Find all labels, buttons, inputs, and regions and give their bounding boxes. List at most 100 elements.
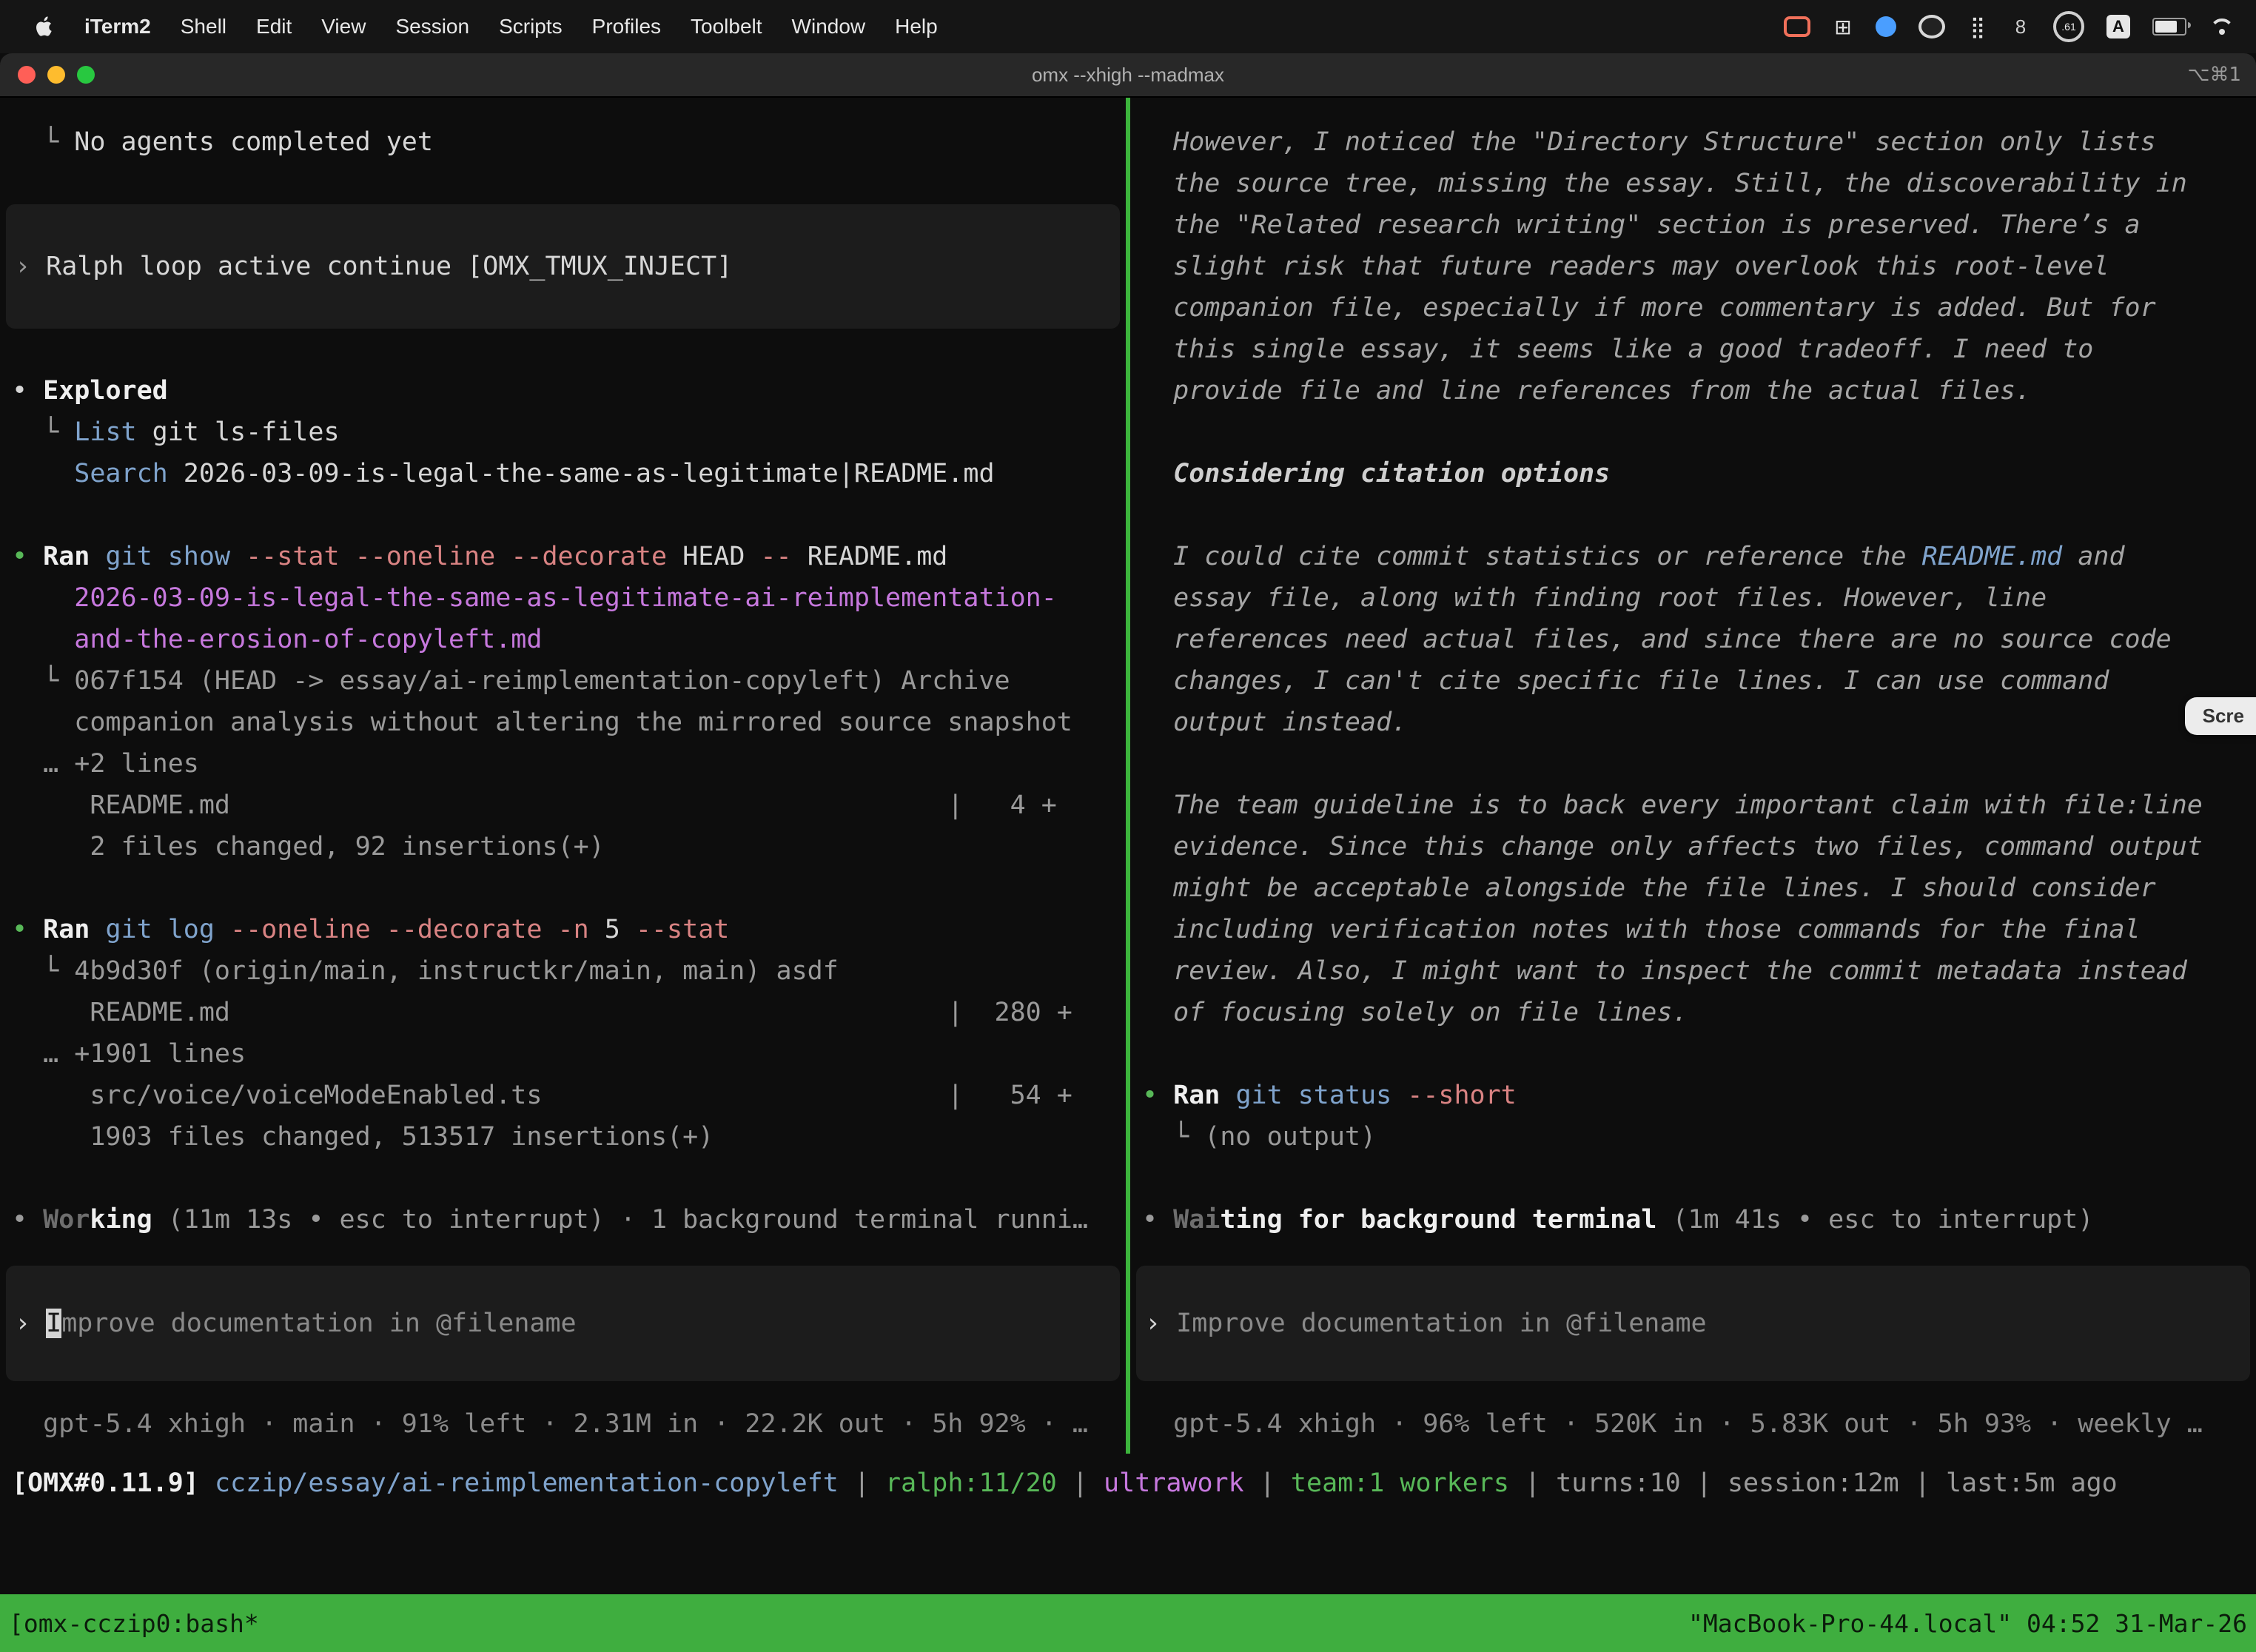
close-button[interactable]	[18, 66, 36, 84]
right-terminal-pane[interactable]: However, I noticed the "Directory Struct…	[1130, 98, 2256, 1454]
terminal-line: • Explored	[0, 370, 1126, 412]
text-segment: └	[12, 417, 74, 447]
menu-item-window[interactable]: Window	[777, 15, 881, 38]
text-segment: [OMX#0.11.9]	[12, 1468, 215, 1498]
text-segment: evidence. Since this change only affects…	[1142, 832, 2203, 862]
menu-bar: iTerm2 Shell Edit View Session Scripts P…	[0, 0, 2256, 53]
text-segment: mprove documentation in @filename	[61, 1309, 576, 1338]
terminal-output-right: However, I noticed the "Directory Struct…	[1130, 98, 2256, 1240]
text-segment: ›	[15, 252, 46, 281]
terminal-line: and-the-erosion-of-copyleft.md	[0, 619, 1126, 660]
queued-message-block: › Ralph loop active continue [OMX_TMUX_I…	[6, 204, 1120, 329]
text-segment: |	[839, 1468, 885, 1498]
text-segment: (11m 13s • esc to interrupt) · 1 backgro…	[152, 1205, 1088, 1235]
terminal-line: I could cite commit statistics or refere…	[1130, 536, 2256, 577]
apple-menu-icon[interactable]	[21, 15, 70, 38]
wifi-icon[interactable]	[2209, 17, 2235, 36]
text-segment: might be acceptable alongside the file l…	[1142, 873, 2156, 903]
blank-line	[1130, 1158, 2256, 1199]
dark-app-icon[interactable]	[1918, 15, 1945, 38]
text-segment: 2 files changed, 92 insertions(+)	[12, 832, 605, 862]
text-segment: 5	[589, 915, 620, 944]
menu-bar-status-icons: ⊞ ⣿ 8 .61 A	[1784, 11, 2235, 42]
text-segment: Wor	[43, 1205, 90, 1235]
menu-item-profiles[interactable]: Profiles	[577, 15, 676, 38]
terminal-line: Considering citation options	[1130, 453, 2256, 494]
text-segment: Ran	[43, 542, 90, 571]
terminal-line: └ 4b9d30f (origin/main, instructkr/main,…	[0, 950, 1126, 992]
menu-item-shell[interactable]: Shell	[166, 15, 241, 38]
input-source-icon[interactable]: A	[2106, 15, 2130, 38]
blank-line	[0, 494, 1126, 536]
text-segment: review. Also, I might want to inspect th…	[1142, 956, 2187, 986]
window-title: omx --xhigh --madmax	[0, 53, 2256, 96]
menu-item-toolbelt[interactable]: Toolbelt	[676, 15, 777, 38]
text-segment: HEAD	[667, 542, 745, 571]
text-segment: No agents completed yet	[74, 127, 433, 157]
terminal-line: … +1901 lines	[0, 1033, 1126, 1075]
left-terminal-pane[interactable]: └ No agents completed yet › Ralph loop ac…	[0, 98, 1126, 1454]
blank-line	[1130, 743, 2256, 785]
tmux-session-window: [omx-cczip0:bash*	[9, 1609, 259, 1638]
text-segment: and-the-erosion-of-copyleft.md	[12, 625, 542, 654]
terminal-line: essay file, along with finding root file…	[1130, 577, 2256, 619]
terminal-line: the source tree, missing the essay. Stil…	[1130, 163, 2256, 204]
text-segment: (1m 41s • esc to interrupt)	[1656, 1205, 2093, 1235]
text-segment: this single essay, it seems like a good …	[1142, 335, 2093, 364]
zoom-button[interactable]	[77, 66, 95, 84]
text-segment: ›	[15, 1309, 46, 1338]
menu-item-iterm2[interactable]: iTerm2	[70, 15, 166, 38]
terminal-line: └ (no output)	[1130, 1116, 2256, 1158]
text-segment: of focusing solely on file lines.	[1142, 998, 1688, 1027]
cpu-gauge-icon[interactable]: .61	[2053, 11, 2084, 42]
text-segment: turns:10 | session:12m | last:5m ago	[1556, 1468, 2118, 1498]
text-segment: Ralph loop active continue [OMX_TMUX_INJ…	[46, 252, 732, 281]
text-segment: •	[1142, 1081, 1173, 1110]
prompt-input-left[interactable]: › Improve documentation in @filename	[6, 1266, 1120, 1381]
text-segment: git ls-files	[137, 417, 340, 447]
text-segment: Search	[12, 459, 168, 488]
text-segment: Ran	[43, 915, 90, 944]
status-line-right: gpt-5.4 xhigh · 96% left · 520K in · 5.8…	[1130, 1403, 2256, 1445]
text-segment: •	[1142, 1205, 1173, 1235]
blank-line	[1130, 412, 2256, 453]
text-segment: --stat --oneline --decorate	[230, 542, 667, 571]
terminal-line: 2026-03-09-is-legal-the-same-as-legitima…	[0, 577, 1126, 619]
terminal-line: evidence. Since this change only affects…	[1130, 826, 2256, 867]
traffic-lights	[18, 53, 95, 96]
keyboard-count-icon[interactable]: 8	[2010, 13, 2031, 40]
text-segment: references need actual files, and since …	[1142, 625, 2172, 654]
text-segment: companion file, especially if more comme…	[1142, 293, 2156, 323]
battery-icon[interactable]	[2152, 18, 2186, 36]
prompt-input-right[interactable]: › Improve documentation in @filename	[1136, 1266, 2250, 1381]
screen: iTerm2 Shell Edit View Session Scripts P…	[0, 0, 2256, 1652]
menu-item-session[interactable]: Session	[380, 15, 484, 38]
text-segment: git log	[90, 915, 215, 944]
text-segment: … +1901 lines	[12, 1039, 246, 1069]
terminal-line: slight risk that future readers may over…	[1130, 246, 2256, 287]
text-segment: --short	[1391, 1081, 1517, 1110]
terminal-line: └ No agents completed yet	[0, 121, 1126, 163]
menu-item-help[interactable]: Help	[880, 15, 953, 38]
dots-grid-icon[interactable]: ⣿	[1967, 13, 1988, 40]
blue-app-icon[interactable]	[1876, 16, 1896, 37]
minimize-button[interactable]	[47, 66, 65, 84]
menu-item-view[interactable]: View	[306, 15, 380, 38]
terminal-output-left: └ No agents completed yet › Ralph loop ac…	[0, 98, 1126, 1240]
text-segment: companion analysis without altering the …	[12, 708, 1072, 737]
terminal-panes: └ No agents completed yet › Ralph loop ac…	[0, 98, 2256, 1454]
text-segment: └ 067f154 (HEAD -> essay/ai-reimplementa…	[12, 666, 1010, 696]
text-segment: ralph:11/20	[885, 1468, 1057, 1498]
screen-overlay-button[interactable]: Scre	[2185, 697, 2256, 735]
screen-recording-icon[interactable]	[1784, 16, 1810, 37]
window-title-bar[interactable]: omx --xhigh --madmax ⌥⌘1	[0, 53, 2256, 98]
terminal-line: of focusing solely on file lines.	[1130, 992, 2256, 1033]
text-segment: --stat	[620, 915, 730, 944]
text-segment: 2026-03-09-is-legal-the-same-as-legitima…	[12, 583, 1057, 613]
display-grid-icon[interactable]: ⊞	[1833, 13, 1853, 40]
terminal-line: • Ran git show --stat --oneline --decora…	[0, 536, 1126, 577]
menu-item-edit[interactable]: Edit	[241, 15, 306, 38]
menu-item-scripts[interactable]: Scripts	[484, 15, 577, 38]
text-segment: └ (no output)	[1142, 1122, 1376, 1152]
terminal-line: 2 files changed, 92 insertions(+)	[0, 826, 1126, 867]
